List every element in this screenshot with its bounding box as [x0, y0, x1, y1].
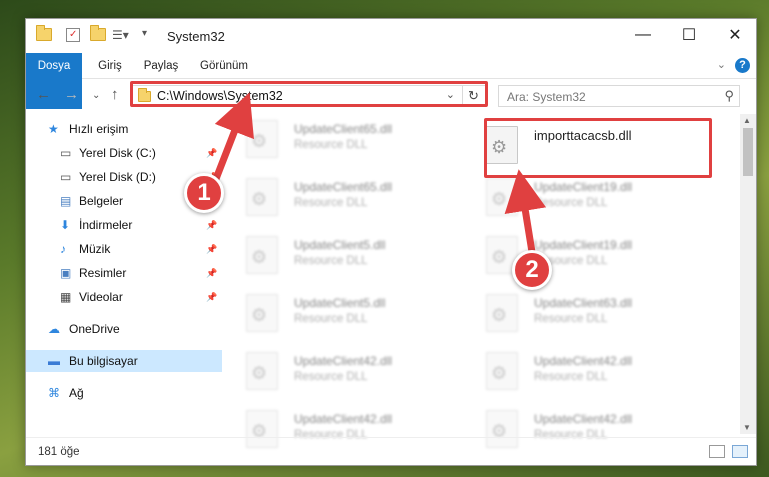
step-2-badge: 2 — [512, 250, 552, 290]
annotation-arrows — [210, 92, 547, 256]
arrow-to-file — [504, 169, 547, 256]
step-1-badge: 1 — [184, 173, 224, 213]
arrow-to-address-bar — [210, 92, 254, 188]
